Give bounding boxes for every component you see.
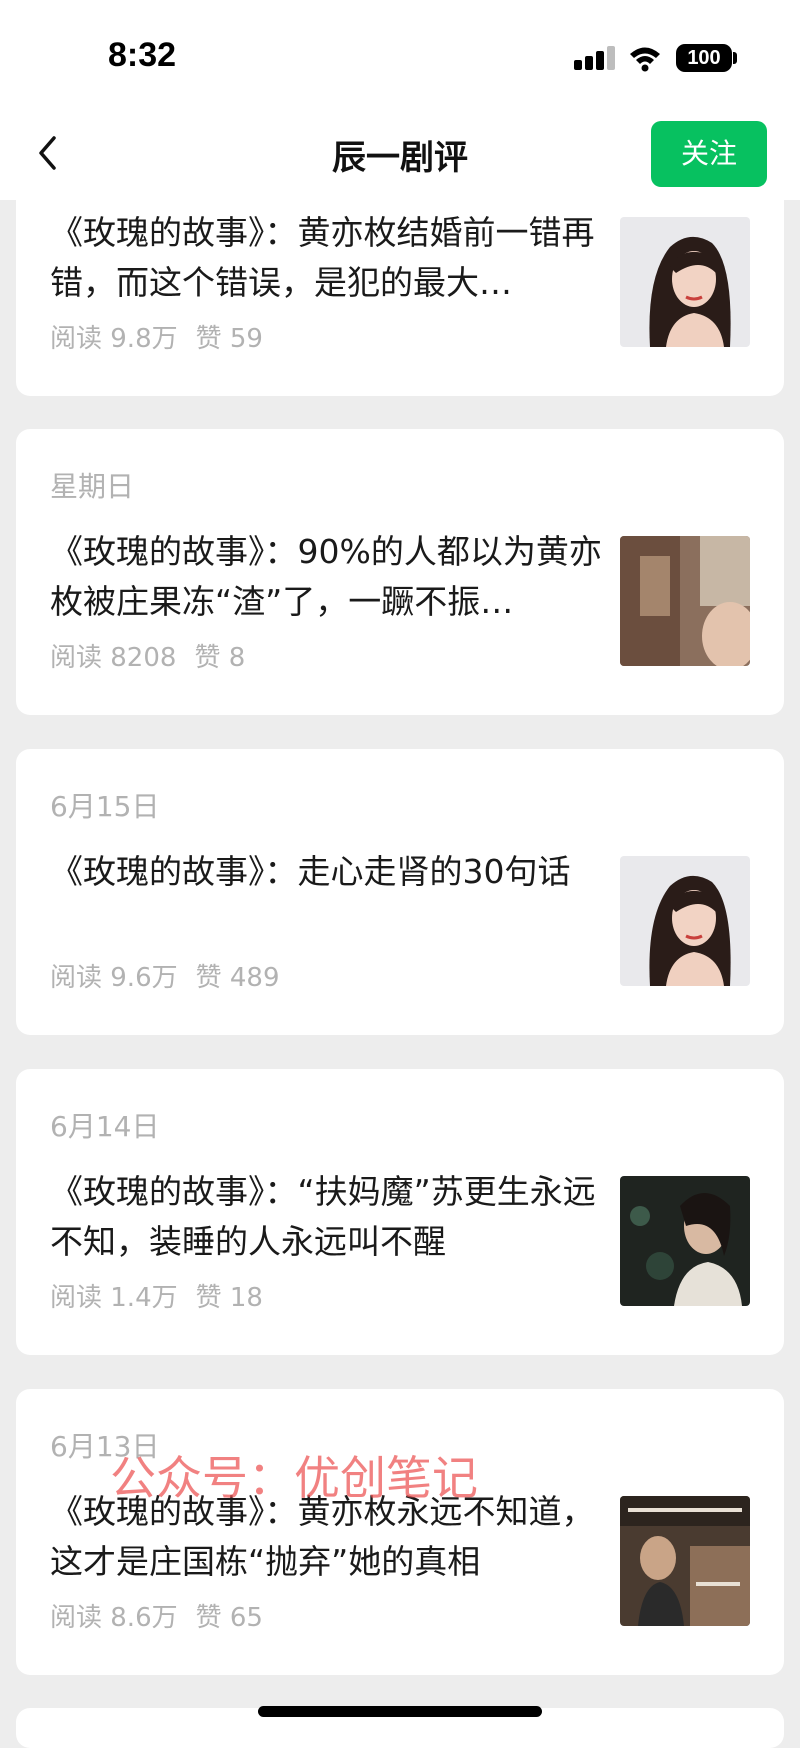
read-count: 阅读 8208 — [50, 643, 177, 673]
article-date: 6月15日 — [50, 790, 160, 823]
status-time: 8:32 — [108, 36, 177, 74]
article-thumbnail[interactable] — [620, 217, 750, 347]
portrait-image — [620, 217, 750, 347]
article-stats: 阅读 1.4万赞 18 — [50, 1277, 263, 1314]
read-count: 阅读 8.6万 — [50, 1603, 178, 1633]
top-bar: 8:32 100 辰一剧评 关注 — [0, 0, 800, 200]
watermark-text: 公众号：优创笔记 — [110, 1451, 478, 1505]
portrait-image — [620, 856, 750, 986]
blurred-scene-image — [620, 536, 750, 666]
article-title[interactable]: 《玫瑰的故事》：走心走肾的30句话 — [50, 847, 610, 897]
like-count: 赞 18 — [195, 1283, 263, 1313]
article-stats: 阅读 8208 赞 8 — [50, 637, 245, 674]
read-count: 阅读 9.6万 — [50, 963, 178, 993]
article-stats: 阅读 9.6万赞 489 — [50, 957, 280, 994]
article-thumbnail[interactable] — [620, 1496, 750, 1626]
read-count: 阅读 9.8万 — [50, 324, 178, 354]
battery-icon: 100 — [676, 44, 732, 72]
read-count: 阅读 1.4万 — [50, 1283, 178, 1313]
signal-icon — [574, 46, 615, 70]
article-thumbnail[interactable] — [620, 1176, 750, 1306]
like-count: 赞 489 — [195, 963, 280, 993]
like-count: 赞 65 — [195, 1603, 263, 1633]
wifi-icon — [630, 47, 660, 72]
dark-scene-image — [620, 1176, 750, 1306]
article-title[interactable]: 《玫瑰的故事》：“扶妈魔”苏更生永远不知，装睡的人永远叫不醒 — [50, 1167, 610, 1267]
article-date: 星期日 — [50, 470, 135, 503]
article-card[interactable]: 6月14日 《玫瑰的故事》：“扶妈魔”苏更生永远不知，装睡的人永远叫不醒 阅读 … — [16, 1069, 784, 1355]
home-indicator[interactable] — [258, 1706, 542, 1717]
article-card[interactable]: 星期日 《玫瑰的故事》：90%的人都以为黄亦枚被庄果冻“渣”了，一蹶不振… 阅读… — [16, 429, 784, 715]
article-title[interactable]: 《玫瑰的故事》：90%的人都以为黄亦枚被庄果冻“渣”了，一蹶不振… — [50, 527, 610, 627]
video-still-image — [620, 1496, 750, 1626]
follow-button[interactable]: 关注 — [651, 121, 767, 187]
article-thumbnail[interactable] — [620, 536, 750, 666]
article-card[interactable]: 6月13日 《玫瑰的故事》：黄亦枚永远不知道，这才是庄国栋“抛弃”她的真相 阅读… — [16, 1389, 784, 1675]
like-count: 赞 8 — [194, 643, 246, 673]
like-count: 赞 59 — [195, 324, 263, 354]
battery-tip — [733, 52, 737, 64]
article-thumbnail[interactable] — [620, 856, 750, 986]
article-card[interactable]: 6月15日 《玫瑰的故事》：走心走肾的30句话 阅读 9.6万赞 489 — [16, 749, 784, 1035]
article-stats: 阅读 9.8万赞 59 — [50, 318, 263, 355]
article-title[interactable]: 《玫瑰的故事》：黄亦枚结婚前一错再错，而这个错误，是犯的最大… — [50, 208, 610, 308]
article-stats: 阅读 8.6万赞 65 — [50, 1597, 263, 1634]
article-date: 6月14日 — [50, 1110, 160, 1143]
